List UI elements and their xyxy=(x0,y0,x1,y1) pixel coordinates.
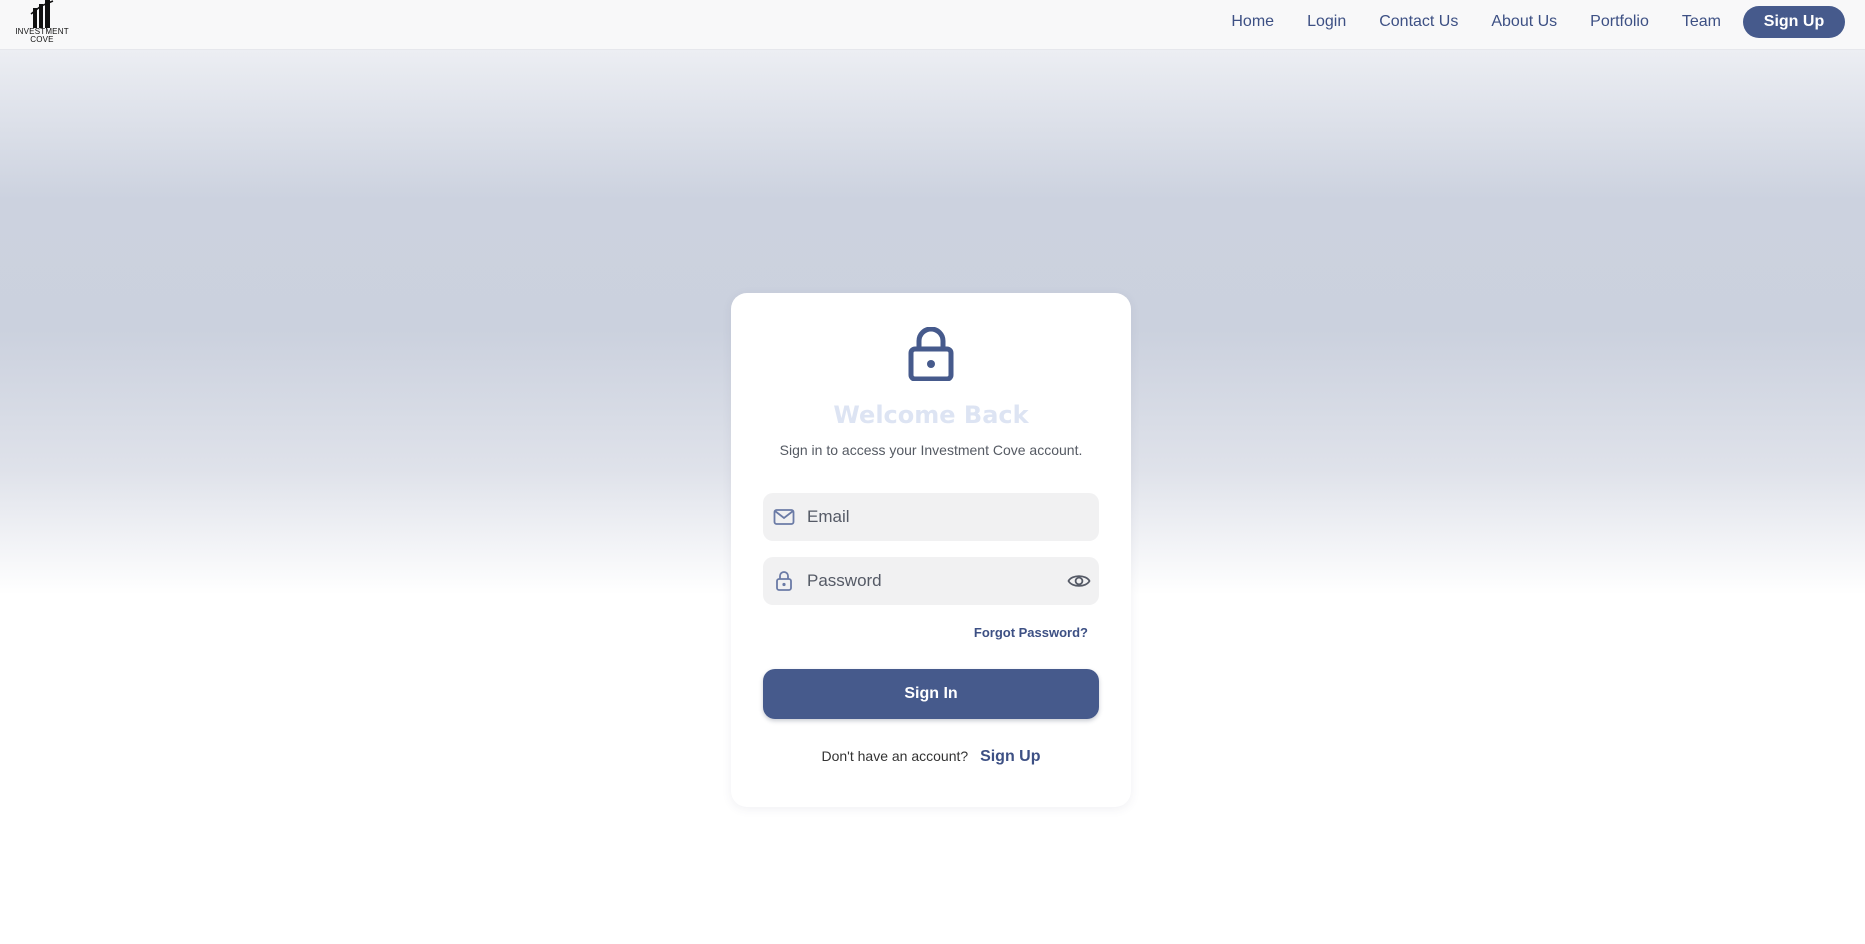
login-card: Welcome Back Sign in to access your Inve… xyxy=(731,293,1131,807)
hero-background: Welcome Back Sign in to access your Inve… xyxy=(0,50,1865,944)
eye-icon[interactable] xyxy=(1067,570,1091,592)
lock-icon xyxy=(908,327,954,381)
password-field[interactable] xyxy=(763,557,1099,605)
password-input[interactable] xyxy=(807,557,1057,605)
nav-link-home[interactable]: Home xyxy=(1231,13,1274,31)
email-field[interactable] xyxy=(763,493,1099,541)
nav-links: Home Login Contact Us About Us Portfolio… xyxy=(1231,6,1845,38)
nav-link-login[interactable]: Login xyxy=(1307,13,1346,31)
signup-prompt-row: Don't have an account? Sign Up xyxy=(731,748,1131,766)
building-chart-icon xyxy=(30,0,54,28)
brand-logo[interactable]: INVESTMENT COVE xyxy=(12,0,72,46)
lock-small-icon xyxy=(776,571,792,591)
nav-link-contact-us[interactable]: Contact Us xyxy=(1379,13,1458,31)
nav-link-team[interactable]: Team xyxy=(1682,13,1721,31)
nav-link-about-us[interactable]: About Us xyxy=(1491,13,1557,31)
signup-link[interactable]: Sign Up xyxy=(980,748,1040,765)
forgot-password-link[interactable]: Forgot Password? xyxy=(974,625,1088,640)
logo-text-line2: COVE xyxy=(30,35,54,44)
nav-signup-button[interactable]: Sign Up xyxy=(1743,6,1845,38)
no-account-text: Don't have an account? xyxy=(821,748,969,764)
login-title: Welcome Back xyxy=(833,401,1029,429)
email-input[interactable] xyxy=(807,493,1057,541)
navbar: INVESTMENT COVE Home Login Contact Us Ab… xyxy=(0,0,1865,50)
mail-icon xyxy=(773,509,795,525)
sign-in-button[interactable]: Sign In xyxy=(763,669,1099,719)
login-subtitle: Sign in to access your Investment Cove a… xyxy=(779,442,1083,458)
nav-link-portfolio[interactable]: Portfolio xyxy=(1590,13,1649,31)
